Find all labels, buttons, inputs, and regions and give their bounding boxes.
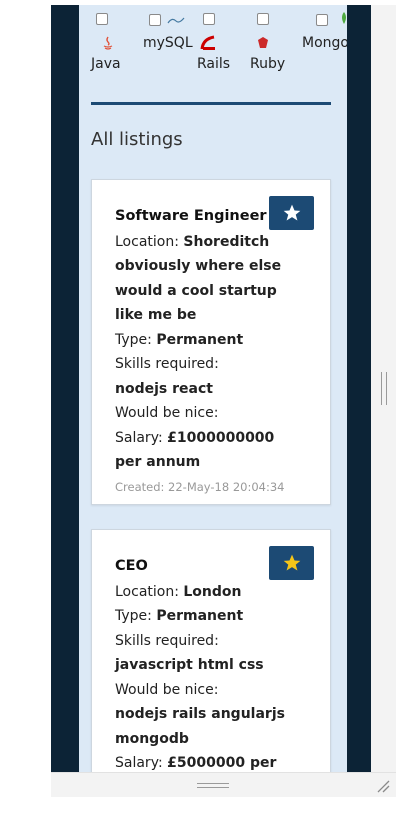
mongo-checkbox[interactable]	[316, 14, 328, 26]
location-value: London	[183, 583, 242, 600]
location-label: Location:	[115, 233, 179, 250]
java-checkbox[interactable]	[96, 13, 108, 25]
skills-value: javascript html css	[115, 657, 264, 673]
salary-value: £5000000 per	[167, 755, 277, 771]
ruby-logo-icon	[258, 37, 268, 48]
filter-java[interactable]: Java	[91, 5, 126, 85]
main-panel: Java mySQL Rails Ruby Mongo All listings	[79, 5, 347, 772]
nice-value: nodejs rails angularjs mongodb	[115, 706, 285, 747]
nice-label: Would be nice:	[115, 681, 219, 698]
ruby-checkbox[interactable]	[257, 13, 269, 25]
type-value: Permanent	[156, 608, 244, 624]
mysql-logo-icon	[167, 17, 185, 24]
rails-label: Rails	[197, 56, 231, 72]
type-label: Type:	[115, 331, 152, 348]
page-left-margin	[51, 5, 79, 772]
listing-type: Type: Permanent	[115, 328, 305, 353]
filter-ruby[interactable]: Ruby	[250, 5, 293, 85]
type-label: Type:	[115, 608, 152, 624]
java-label: Java	[91, 56, 121, 72]
resize-corner-icon[interactable]	[376, 779, 390, 793]
listing-details: Software Engineer Location: Shoreditch o…	[115, 204, 305, 497]
page-right-margin	[347, 5, 371, 772]
nice-label: Would be nice:	[115, 405, 219, 421]
mysql-checkbox[interactable]	[149, 14, 161, 26]
listing-title: Software Engineer	[115, 208, 267, 224]
mongodb-logo-icon	[342, 12, 346, 24]
listing-card: Software Engineer Location: Shoreditch o…	[91, 179, 331, 505]
type-value: Permanent	[156, 331, 244, 348]
salary-label: Salary:	[115, 429, 163, 446]
listing-details: CEO Location: London Type: Permanent Ski…	[115, 554, 305, 772]
skills-value: nodejs react	[115, 380, 213, 397]
mysql-label: mySQL	[143, 35, 193, 51]
section-divider	[91, 102, 331, 105]
skills-label: Skills required:	[115, 632, 219, 649]
listing-card: CEO Location: London Type: Permanent Ski…	[91, 529, 331, 772]
listing-salary: Salary: £5000000 per	[115, 751, 305, 772]
listing-location: Location: Shoreditch obviously where els…	[115, 230, 305, 328]
location-label: Location:	[115, 583, 179, 600]
listings-heading: All listings	[91, 129, 183, 150]
filter-mysql[interactable]: mySQL	[143, 5, 195, 85]
filter-rails[interactable]: Rails	[197, 5, 237, 85]
java-logo-icon	[103, 36, 113, 50]
filter-mongo[interactable]: Mongo	[302, 5, 347, 85]
horizontal-resize-handle[interactable]	[197, 783, 229, 788]
rails-logo-icon	[200, 35, 215, 50]
listing-title: CEO	[115, 558, 148, 574]
created-timestamp: Created: 22-May-18 20:04:34	[115, 479, 285, 494]
skills-label: Skills required:	[115, 356, 219, 372]
ruby-label: Ruby	[250, 56, 286, 72]
mongo-label: Mongo	[302, 35, 347, 51]
listing-salary: Salary: £1000000000 per annum	[115, 426, 305, 475]
salary-label: Salary:	[115, 755, 163, 771]
listing-location: Location: London	[115, 580, 305, 605]
bottom-resize-bar	[51, 772, 396, 797]
rails-checkbox[interactable]	[203, 13, 215, 25]
listing-type: Type: Permanent	[115, 604, 305, 629]
vertical-resize-handle[interactable]	[381, 372, 387, 405]
